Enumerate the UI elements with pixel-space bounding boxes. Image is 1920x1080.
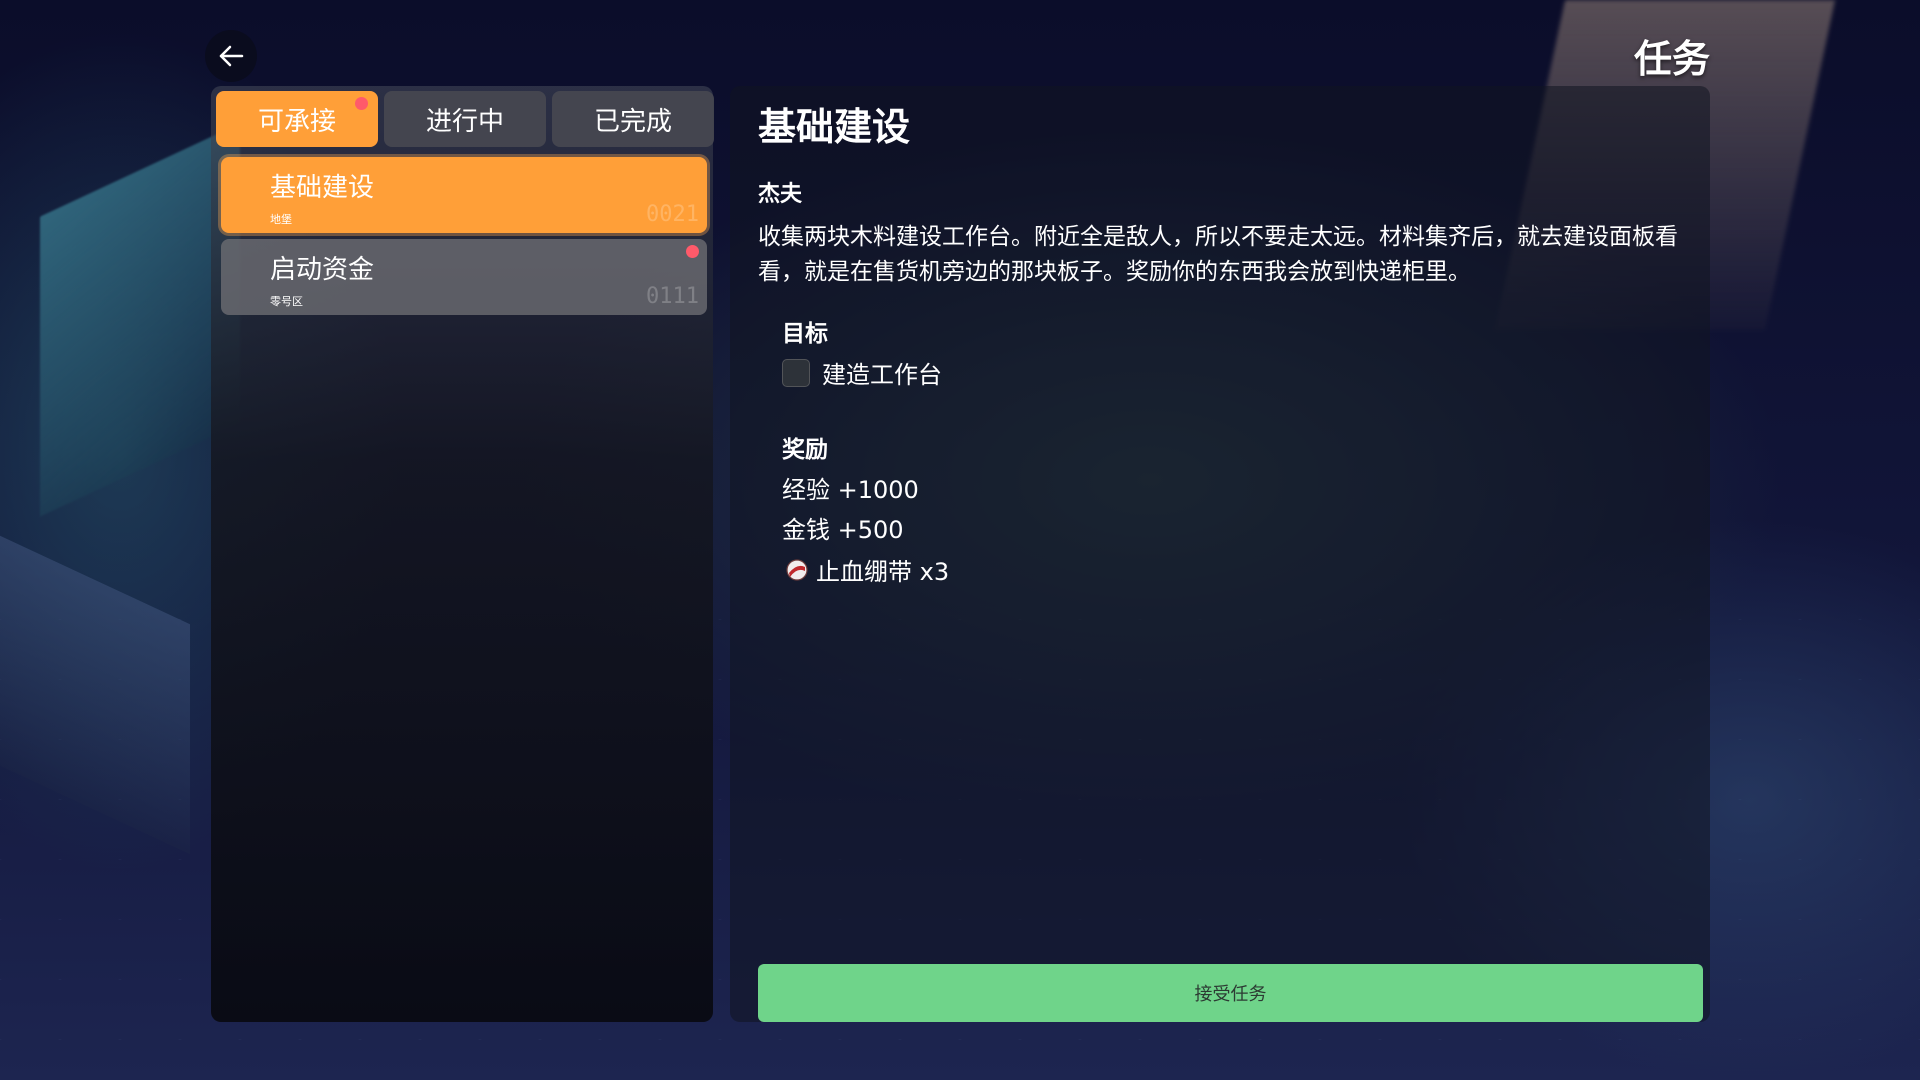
- tab-label: 已完成: [593, 106, 672, 137]
- tab-label: 可承接: [257, 106, 336, 137]
- quest-giver: 杰夫: [758, 182, 803, 207]
- notification-dot: [686, 245, 699, 258]
- accept-quest-label: 接受任务: [1194, 984, 1267, 1005]
- tab-label: 进行中: [425, 106, 504, 137]
- tab-completed[interactable]: 已完成: [552, 91, 714, 147]
- accept-quest-button[interactable]: 接受任务: [758, 964, 1703, 1022]
- quest-region: 零号区: [270, 295, 303, 308]
- quest-code: 0021: [646, 202, 699, 227]
- objective-checkbox[interactable]: [782, 358, 810, 387]
- reward-item: 止血绷带 x3: [784, 552, 949, 587]
- arrow-left-icon: [219, 45, 244, 67]
- bandage-icon: [786, 558, 808, 581]
- objective-text: 建造工作台: [822, 361, 942, 389]
- page-title: 任务: [1633, 37, 1710, 81]
- tab-available[interactable]: 可承接: [216, 91, 378, 147]
- quest-description: 收集两块木料建设工作台。附近全是敌人，所以不要走太远。材料集齐后，就去建设面板看…: [758, 224, 1678, 285]
- notification-dot: [355, 97, 368, 110]
- quest-region: 地堡: [270, 213, 292, 226]
- quest-item-startup-funds[interactable]: 启动资金 零号区 0111: [221, 239, 707, 315]
- background-building-left: [40, 123, 240, 517]
- quest-item-basic-construction[interactable]: 基础建设 地堡 0021: [221, 157, 707, 233]
- reward-exp: 经验 +1000: [782, 476, 919, 504]
- quest-tabs: 可承接 进行中 已完成: [216, 91, 714, 147]
- quest-name: 基础建设: [270, 173, 375, 203]
- background-wall-left: [0, 535, 190, 855]
- rewards-label: 奖励: [782, 437, 828, 463]
- quest-name: 启动资金: [270, 255, 375, 285]
- quest-detail-title: 基础建设: [758, 105, 911, 149]
- quest-code: 0111: [646, 284, 699, 309]
- quest-list: 基础建设 地堡 0021 启动资金 零号区 0111: [221, 157, 707, 321]
- objectives-label: 目标: [782, 321, 828, 347]
- reward-item-label: 止血绷带 x3: [816, 558, 950, 586]
- back-button[interactable]: [205, 30, 257, 82]
- tab-in-progress[interactable]: 进行中: [384, 91, 546, 147]
- objective-row: 建造工作台: [782, 355, 942, 390]
- reward-money: 金钱 +500: [782, 516, 904, 544]
